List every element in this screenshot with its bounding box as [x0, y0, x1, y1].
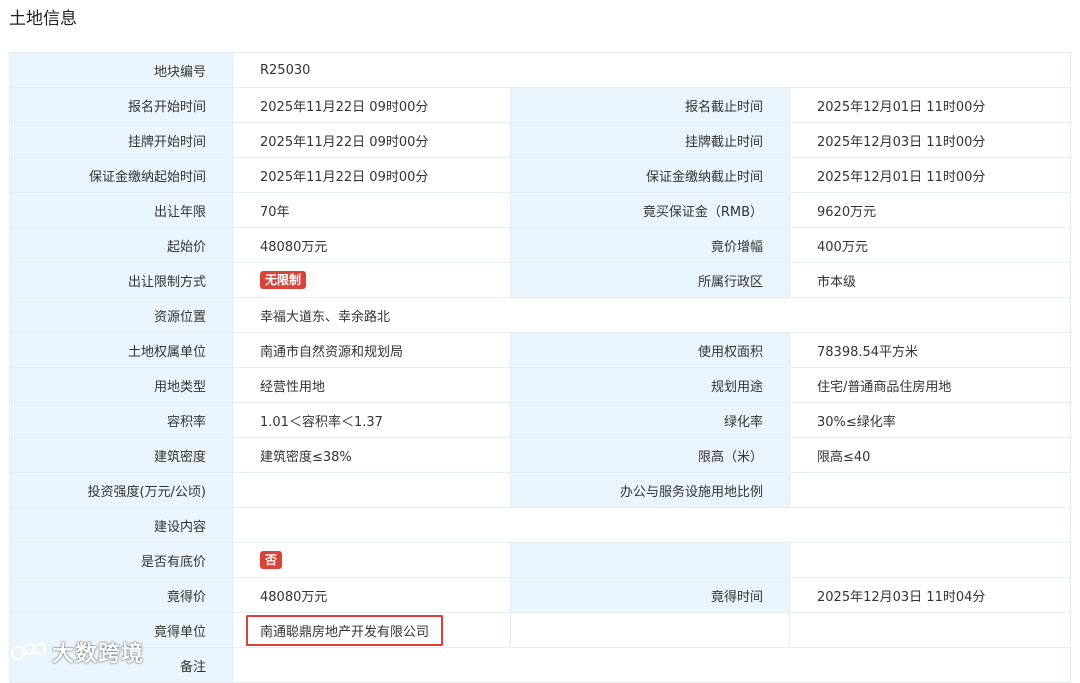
watermark-logo-icon: [10, 642, 47, 661]
table-row: 投资强度(万元/公顷) 办公与服务设施用地比例: [9, 472, 1072, 508]
reserve-label: 是否有底价: [9, 542, 233, 578]
land-info-table: 地块编号 R25030 报名开始时间 2025年11月22日 09时00分 报名…: [9, 52, 1072, 683]
office-ratio-value: [788, 472, 1072, 508]
win-time-label: 竟得时间: [510, 577, 790, 613]
watermark: 大数跨境: [10, 636, 144, 668]
far-label: 容积率: [9, 402, 233, 438]
increment-value: 400万元: [788, 227, 1072, 263]
construction-label: 建设内容: [9, 507, 233, 543]
deposit-start-label: 保证金缴纳起始时间: [9, 157, 233, 193]
reg-end-label: 报名截止时间: [510, 87, 790, 123]
win-price-label: 竟得价: [9, 577, 233, 613]
density-label: 建筑密度: [9, 437, 233, 473]
owner-value: 南通市自然资源和规划局: [232, 332, 511, 368]
deposit-end-label: 保证金缴纳截止时间: [510, 157, 790, 193]
table-row: 是否有底价 否: [9, 542, 1072, 578]
table-row: 地块编号 R25030: [9, 52, 1072, 88]
table-row: 建设内容: [9, 507, 1072, 543]
bid-deposit-value: 9620万元: [788, 192, 1072, 228]
table-row: 竟得单位 南通聪鼎房地产开发有限公司: [9, 612, 1072, 648]
planned-use-value: 住宅/普通商品住房用地: [788, 367, 1072, 403]
restriction-cell: 无限制: [232, 262, 511, 298]
remark-value: [231, 647, 1072, 683]
owner-label: 土地权属单位: [9, 332, 233, 368]
parcel-no-label: 地块编号: [9, 52, 233, 88]
watermark-text: 大数跨境: [52, 642, 145, 667]
table-row: 出让限制方式 无限制 所属行政区 市本级: [9, 262, 1072, 298]
district-value: 市本级: [788, 262, 1072, 298]
term-value: 70年: [232, 192, 511, 228]
reg-start-label: 报名开始时间: [9, 87, 233, 123]
restriction-tag: 无限制: [260, 271, 307, 289]
parcel-no-value: R25030: [231, 52, 1072, 88]
height-label: 限高（米）: [510, 437, 790, 473]
height-value: 限高≤40: [788, 437, 1072, 473]
winner-value: 南通聪鼎房地产开发有限公司: [246, 614, 444, 646]
table-row: 竟得价 48080万元 竟得时间 2025年12月03日 11时04分: [9, 577, 1072, 613]
table-row: 保证金缴纳起始时间 2025年11月22日 09时00分 保证金缴纳截止时间 2…: [9, 157, 1072, 193]
term-label: 出让年限: [9, 192, 233, 228]
page-title: 土地信息: [9, 9, 77, 29]
table-row: 用地类型 经营性用地 规划用途 住宅/普通商品住房用地: [9, 367, 1072, 403]
table-row: 容积率 1.01＜容积率＜1.37 绿化率 30%≤绿化率: [9, 402, 1072, 438]
table-row: 土地权属单位 南通市自然资源和规划局 使用权面积 78398.54平方米: [9, 332, 1072, 368]
investment-value: [232, 472, 511, 508]
start-price-value: 48080万元: [232, 227, 511, 263]
deposit-start-value: 2025年11月22日 09时00分: [232, 157, 511, 193]
location-value: 幸福大道东、幸余路北: [231, 297, 1072, 333]
table-row: 建筑密度 建筑密度≤38% 限高（米） 限高≤40: [9, 437, 1072, 473]
win-price-value: 48080万元: [232, 577, 511, 613]
reserve-empty-label: [510, 542, 790, 578]
table-row: 备注: [9, 647, 1072, 683]
district-label: 所属行政区: [510, 262, 790, 298]
far-value: 1.01＜容积率＜1.37: [232, 402, 511, 438]
deposit-end-value: 2025年12月01日 11时00分: [788, 157, 1072, 193]
table-row: 报名开始时间 2025年11月22日 09时00分 报名截止时间 2025年12…: [9, 87, 1072, 123]
location-label: 资源位置: [9, 297, 233, 333]
table-row: 出让年限 70年 竟买保证金（RMB） 9620万元: [9, 192, 1072, 228]
start-price-label: 起始价: [9, 227, 233, 263]
listing-end-value: 2025年12月03日 11时00分: [788, 122, 1072, 158]
construction-value: [231, 507, 1072, 543]
winner-cell: 南通聪鼎房地产开发有限公司: [232, 612, 511, 648]
area-value: 78398.54平方米: [788, 332, 1072, 368]
listing-start-label: 挂牌开始时间: [9, 122, 233, 158]
land-type-label: 用地类型: [9, 367, 233, 403]
investment-label: 投资强度(万元/公顷): [9, 472, 233, 508]
planned-use-label: 规划用途: [510, 367, 790, 403]
winner-empty-a: [510, 612, 790, 648]
green-label: 绿化率: [510, 402, 790, 438]
area-label: 使用权面积: [510, 332, 790, 368]
increment-label: 竟价增幅: [510, 227, 790, 263]
table-row: 起始价 48080万元 竟价增幅 400万元: [9, 227, 1072, 263]
listing-end-label: 挂牌截止时间: [510, 122, 790, 158]
win-time-value: 2025年12月03日 11时04分: [788, 577, 1072, 613]
land-type-value: 经营性用地: [232, 367, 511, 403]
density-value: 建筑密度≤38%: [232, 437, 511, 473]
listing-start-value: 2025年11月22日 09时00分: [232, 122, 511, 158]
reg-end-value: 2025年12月01日 11时00分: [788, 87, 1072, 123]
restriction-label: 出让限制方式: [9, 262, 233, 298]
reserve-tag: 否: [260, 551, 283, 569]
table-row: 挂牌开始时间 2025年11月22日 09时00分 挂牌截止时间 2025年12…: [9, 122, 1072, 158]
bid-deposit-label: 竟买保证金（RMB）: [510, 192, 790, 228]
office-ratio-label: 办公与服务设施用地比例: [510, 472, 790, 508]
reg-start-value: 2025年11月22日 09时00分: [232, 87, 511, 123]
reserve-cell: 否: [232, 542, 511, 578]
reserve-empty-value: [788, 542, 1072, 578]
table-row: 资源位置 幸福大道东、幸余路北: [9, 297, 1072, 333]
green-value: 30%≤绿化率: [788, 402, 1072, 438]
winner-empty-b: [788, 612, 1072, 648]
